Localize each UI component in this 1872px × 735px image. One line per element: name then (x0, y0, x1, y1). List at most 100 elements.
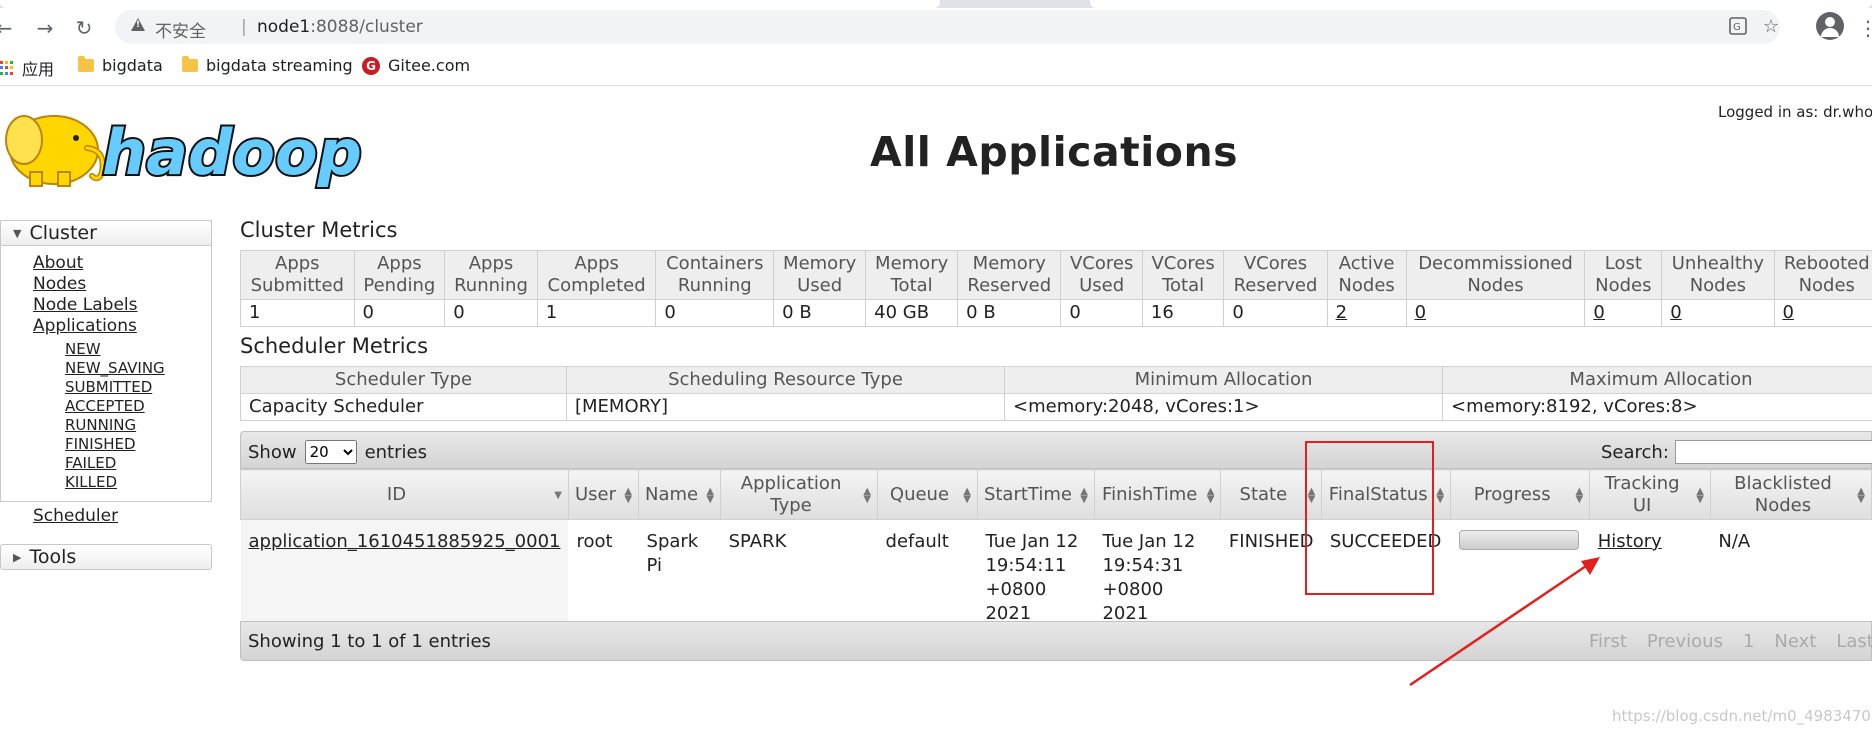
sidebar-tools-header[interactable]: ▶ Tools (0, 544, 212, 570)
sidebar-item-node-labels[interactable]: Node Labels (33, 295, 138, 315)
apps-column-header-label: Type (770, 494, 812, 516)
cluster-metric-link[interactable]: 0 (1773, 299, 1872, 327)
tab-right[interactable] (1090, 0, 1872, 8)
sidebar-state-killed[interactable]: KILLED (65, 473, 117, 491)
apps-column-header-label: Name (645, 483, 699, 505)
bookmark-star-icon[interactable]: ☆ (1760, 16, 1782, 38)
cluster-metrics-title: Cluster Metrics (240, 218, 398, 242)
cluster-metric-header-line: Nodes (1338, 275, 1395, 296)
cluster-metric-header: Lost Nodes (1584, 250, 1663, 300)
sidebar-state-failed[interactable]: FAILED (65, 454, 116, 472)
bookmark-bigdata[interactable]: bigdata (78, 56, 163, 75)
table-row: application_1610451885925_0001 root Spar… (240, 519, 1872, 636)
cluster-metric-header-line: Reserved (967, 275, 1052, 296)
apps-column-header[interactable]: StartTime ▲ ▼ (976, 469, 1095, 520)
reload-icon[interactable]: ↻ (72, 16, 96, 40)
cluster-metric-value: 0 (1060, 299, 1143, 327)
cluster-metric-header-line: Running (677, 275, 752, 296)
sidebar-state-new[interactable]: NEW (65, 340, 101, 358)
cluster-metric-header-line: Nodes (1798, 275, 1855, 296)
apps-column-header-label: Progress (1473, 483, 1551, 505)
search-label: Search: (1601, 441, 1669, 463)
apps-column-header[interactable]: Name ▲ ▼ (638, 469, 722, 520)
profile-avatar-icon[interactable] (1816, 12, 1844, 40)
apps-column-header[interactable]: Application Type ▲ ▼ (720, 469, 879, 520)
pager-previous[interactable]: Previous (1637, 631, 1733, 652)
back-icon[interactable]: ← (0, 16, 16, 40)
bookmark-apps[interactable]: 应用 (0, 56, 54, 80)
sidebar-state-running[interactable]: RUNNING (65, 416, 136, 434)
scheduler-metrics-title: Scheduler Metrics (240, 334, 429, 358)
address-bar[interactable]: 不安全 | node1:8088/cluster G ☆ (115, 10, 1780, 44)
cluster-metrics-table: Apps Submitted Apps Pending Apps Running Apps C… (240, 250, 1872, 327)
scheduler-metrics-table: Scheduler Type Scheduling Resource Type … (240, 366, 1872, 421)
sidebar-item-applications[interactable]: Applications (33, 316, 137, 336)
sidebar-state-new-saving[interactable]: NEW_SAVING (65, 359, 165, 377)
apps-column-header[interactable]: FinishTime ▲ ▼ (1093, 469, 1222, 520)
warning-icon[interactable] (131, 18, 145, 31)
app-id-link[interactable]: application_1610451885925_0001 (240, 519, 569, 636)
sidebar-state-submitted[interactable]: SUBMITTED (65, 378, 152, 396)
sidebar-item-about[interactable]: About (33, 253, 83, 273)
start-line3: +0800 (985, 579, 1047, 600)
apps-column-header[interactable]: Queue ▲ ▼ (877, 469, 978, 520)
page-size-select[interactable]: 20 (304, 440, 357, 464)
translate-icon[interactable]: G (1727, 16, 1749, 38)
cluster-metric-header-line: Used (797, 275, 843, 296)
sort-icon: ▲ ▼ (1436, 486, 1445, 505)
apps-column-header[interactable]: Progress ▲ ▼ (1450, 469, 1591, 520)
cluster-metric-link[interactable]: 2 (1326, 299, 1407, 327)
scheduling-resource-type-header: Scheduling Resource Type (566, 366, 1005, 394)
sidebar-item-scheduler[interactable]: Scheduler (33, 506, 118, 526)
app-user: root (576, 531, 613, 552)
pager-next[interactable]: Next (1764, 631, 1826, 652)
bookmark-gitee[interactable]: G Gitee.com (362, 56, 470, 75)
sidebar-state-accepted[interactable]: ACCEPTED (65, 397, 145, 415)
security-label[interactable]: 不安全 (155, 17, 206, 42)
cluster-metric-header-line: Pending (363, 275, 436, 296)
menu-icon[interactable]: ⋮ (1856, 16, 1872, 40)
cluster-metric-link[interactable]: 0 (1584, 299, 1663, 327)
pager-last[interactable]: Last (1826, 631, 1872, 652)
sidebar-item-nodes[interactable]: Nodes (33, 274, 86, 294)
apps-column-header[interactable]: Tracking UI ▲ ▼ (1589, 469, 1711, 520)
cluster-metric-header: Memory Reserved (957, 250, 1062, 300)
cluster-metric-header: Apps Completed (536, 250, 657, 300)
sort-desc-icon: ▼ (554, 490, 562, 501)
apps-column-header[interactable]: Blacklisted Nodes ▲ ▼ (1709, 469, 1872, 520)
cluster-metric-header-line: Active (1338, 253, 1395, 274)
url-text[interactable]: node1:8088/cluster (257, 17, 423, 37)
bookmark-bigdata-streaming[interactable]: bigdata streaming (182, 56, 353, 75)
bookmark-bigdata-label: bigdata (102, 56, 163, 75)
cluster-metric-value: 0 B (957, 299, 1062, 327)
hadoop-logo: hadoop (5, 114, 364, 190)
bookmarks-bar: 应用 bigdata bigdata streaming G Gitee.com (0, 46, 1872, 86)
cluster-metric-header-line: Lost (1604, 253, 1642, 274)
cluster-metric-header: VCores Used (1060, 250, 1143, 300)
cluster-metric-value: 0 (655, 299, 775, 327)
apps-column-header-label: State (1239, 483, 1288, 505)
forward-icon[interactable]: → (33, 16, 57, 40)
tab-left[interactable] (0, 0, 940, 8)
search-input[interactable] (1674, 440, 1872, 464)
sort-icon: ▲ ▼ (706, 486, 715, 505)
page-title: All Applications (870, 128, 1239, 176)
cluster-metric-value: 0 (1223, 299, 1328, 327)
apps-column-header[interactable]: User ▲ ▼ (567, 469, 640, 520)
cluster-metric-link[interactable]: 0 (1661, 299, 1775, 327)
sidebar-state-finished[interactable]: FINISHED (65, 435, 136, 453)
maximum-allocation-value: <memory:8192, vCores:8> (1442, 393, 1872, 421)
cluster-metric-header-line: Apps (275, 253, 320, 274)
pager-page[interactable]: 1 (1733, 631, 1764, 652)
cluster-metric-header: Memory Used (773, 250, 867, 300)
cluster-metric-header: Apps Running (444, 250, 538, 300)
apps-column-header[interactable]: ID ▼ (240, 469, 569, 520)
app-blacklisted-nodes: N/A (1718, 531, 1751, 552)
cluster-metric-header-line: Nodes (1467, 275, 1524, 296)
annotation-arrow-icon (1409, 557, 1600, 687)
cluster-metric-header: Unhealthy Nodes (1661, 250, 1775, 300)
cluster-metric-link[interactable]: 0 (1405, 299, 1586, 327)
cluster-metric-value: 1 (240, 299, 355, 327)
search-control: Search: (1601, 440, 1872, 464)
cluster-metric-header: Apps Pending (353, 250, 446, 300)
